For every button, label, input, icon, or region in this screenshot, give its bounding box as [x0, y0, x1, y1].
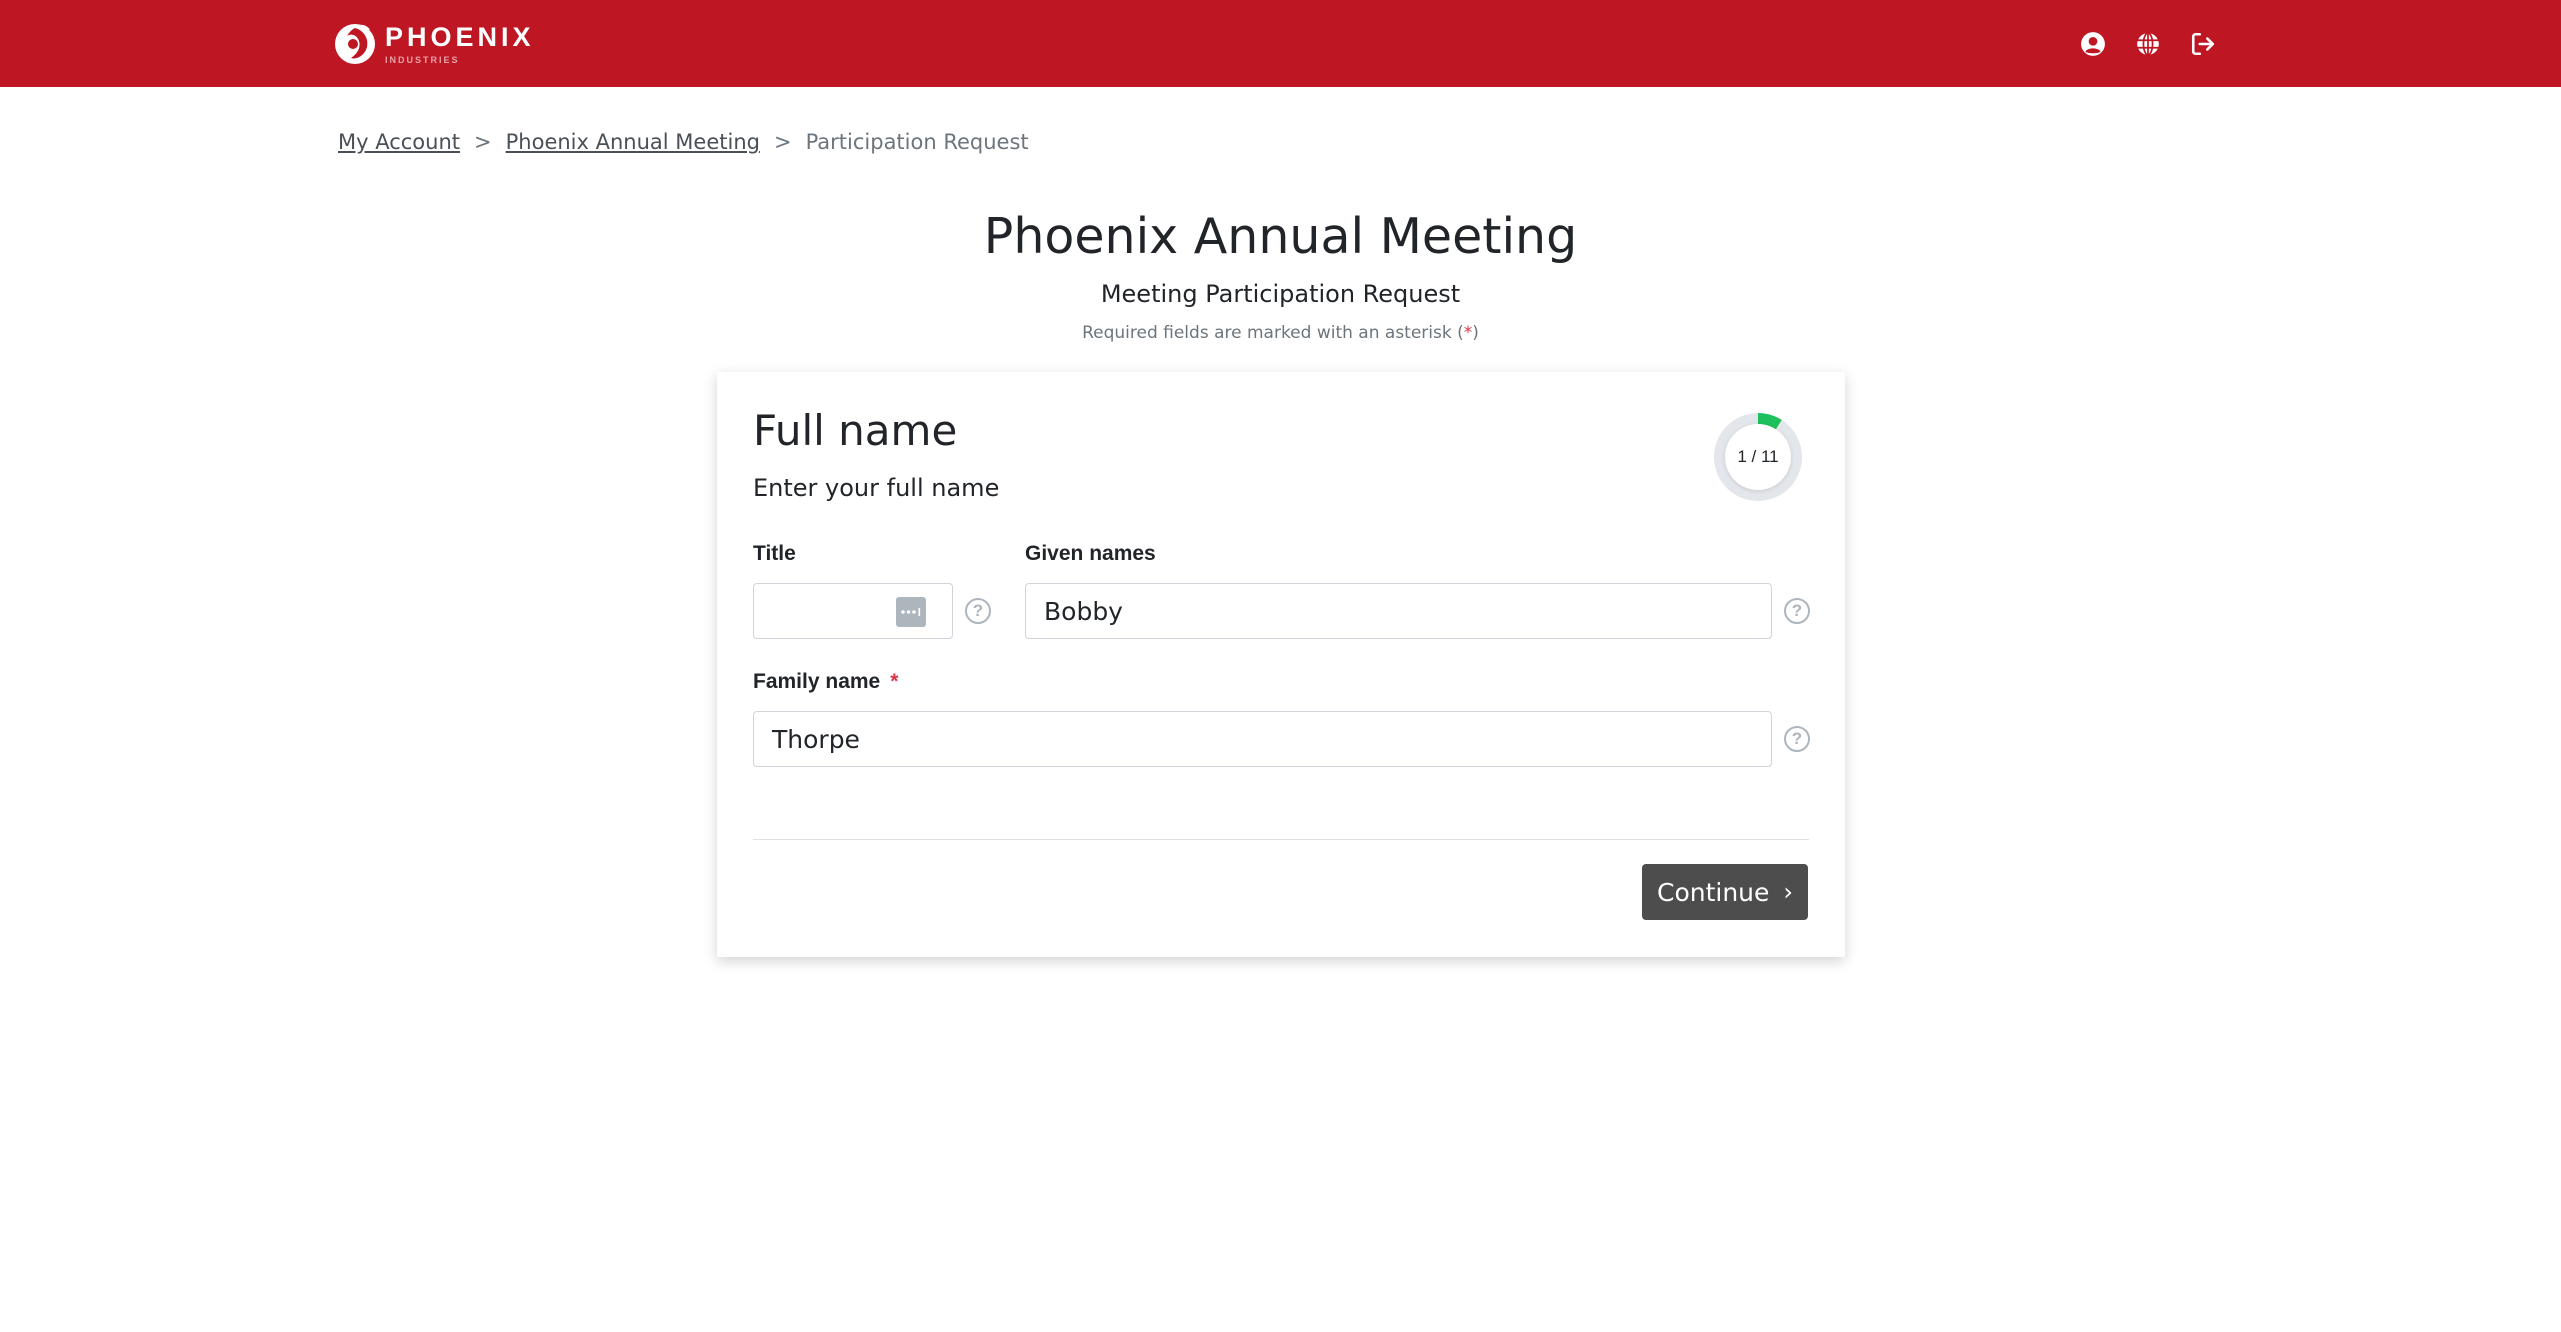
- given-names-input[interactable]: Bobby: [1025, 583, 1772, 639]
- phoenix-logo[interactable]: PHOENIX INDUSTRIES: [333, 20, 535, 68]
- user-account-icon[interactable]: [2078, 29, 2108, 59]
- family-name-label: Family name *: [753, 670, 898, 694]
- breadcrumb-separator: >: [474, 130, 492, 154]
- logout-icon[interactable]: [2188, 29, 2218, 59]
- family-name-input[interactable]: Thorpe: [753, 711, 1772, 767]
- family-name-value: Thorpe: [772, 724, 860, 754]
- title-options-button[interactable]: [896, 597, 926, 627]
- brand-tagline: INDUSTRIES: [385, 54, 460, 65]
- required-note-text: Required fields are marked with an aster…: [1082, 323, 1464, 343]
- page-subtitle: Meeting Participation Request: [1100, 280, 1461, 308]
- breadcrumb-current: Participation Request: [805, 130, 1029, 154]
- phoenix-bird-icon: [335, 24, 375, 64]
- given-names-value: Bobby: [1044, 596, 1123, 626]
- given-names-label: Given names: [1025, 542, 1156, 565]
- given-names-help-icon[interactable]: ?: [1784, 598, 1810, 624]
- step-description: Enter your full name: [753, 474, 1000, 502]
- page-title: Phoenix Annual Meeting: [983, 208, 1578, 265]
- top-header: PHOENIX INDUSTRIES: [0, 0, 2561, 87]
- brand-name: PHOENIX: [385, 21, 535, 52]
- breadcrumb: My Account > Phoenix Annual Meeting > Pa…: [338, 130, 1029, 154]
- title-help-icon[interactable]: ?: [965, 598, 991, 624]
- required-asterisk: *: [1463, 323, 1473, 343]
- required-fields-note: Required fields are marked with an aster…: [0, 323, 2561, 343]
- title-select[interactable]: [753, 583, 953, 639]
- language-globe-icon[interactable]: [2133, 29, 2163, 59]
- family-name-help-icon[interactable]: ?: [1784, 726, 1810, 752]
- form-divider: [753, 839, 1809, 840]
- title-label: Title: [753, 542, 796, 565]
- breadcrumb-separator: >: [773, 130, 792, 154]
- continue-button[interactable]: Continue ›: [1642, 864, 1808, 920]
- form-card: Full name Enter your full name 1 / 11 Ti…: [717, 372, 1845, 957]
- progress-label: 1 / 11: [1737, 447, 1779, 466]
- required-note-end: ): [1472, 323, 1479, 343]
- family-name-label-text: Family name: [753, 670, 881, 693]
- breadcrumb-annual-meeting[interactable]: Phoenix Annual Meeting: [506, 130, 760, 154]
- required-asterisk: *: [890, 670, 899, 693]
- continue-label: Continue: [1656, 877, 1770, 907]
- step-progress-ring: 1 / 11: [1709, 408, 1807, 506]
- step-title: Full name: [753, 406, 958, 455]
- chevron-right-icon: ›: [1783, 878, 1794, 906]
- breadcrumb-my-account[interactable]: My Account: [338, 130, 460, 154]
- ellipsis-icon: [901, 608, 921, 616]
